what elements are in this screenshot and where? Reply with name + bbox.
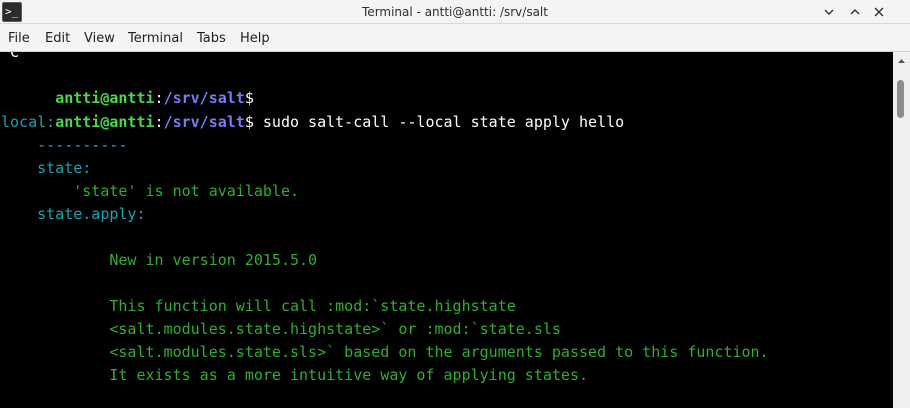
terminal-line: 'state' is not available. (1, 182, 300, 200)
maximize-button[interactable] (845, 2, 865, 22)
terminal-line: <salt.modules.state.highstate>` or :mod:… (1, 320, 561, 338)
terminal-line: ^C (1, 52, 20, 61)
vertical-scrollbar[interactable] (893, 52, 910, 408)
title-bar[interactable]: >_ Terminal - antti@antti: /srv/salt (0, 0, 910, 24)
prompt-separator: : (154, 113, 164, 131)
close-button[interactable] (869, 2, 889, 22)
terminal-line: state.apply: (1, 203, 146, 226)
menu-edit[interactable]: Edit (45, 24, 70, 52)
menu-terminal[interactable]: Terminal (128, 24, 183, 52)
window-title: Terminal - antti@antti: /srv/salt (362, 5, 548, 19)
terminal-window: >_ Terminal - antti@antti: /srv/salt Fil… (0, 0, 910, 408)
terminal-line: state: (1, 157, 91, 180)
arrow-up-icon (898, 59, 905, 63)
menu-help[interactable]: Help (240, 24, 270, 52)
minimize-button[interactable] (819, 2, 839, 22)
terminal-line: local: (1, 111, 55, 134)
terminal-line: It exists as a more intuitive way of app… (1, 366, 588, 384)
prompt-user: antti@antti (55, 113, 155, 131)
terminal-line: This function will call :mod:`state.high… (1, 297, 516, 315)
terminal-output[interactable]: ^C antti@antti:/srv/salt$ antti@antti:/s… (0, 52, 893, 408)
terminal-line: <salt.modules.state.sls>` based on the a… (1, 343, 769, 361)
prompt-line: antti@antti:/srv/salt$ (1, 64, 254, 107)
scroll-up-button[interactable] (893, 52, 910, 70)
maximize-icon (850, 9, 860, 15)
close-icon (874, 7, 884, 17)
command-line: antti@antti:/srv/salt$ sudo salt-call --… (1, 88, 624, 131)
minimize-icon (824, 9, 834, 15)
menu-file[interactable]: File (8, 24, 30, 52)
menu-bar: File Edit View Terminal Tabs Help (0, 24, 910, 52)
prompt-path: /srv/salt (163, 113, 245, 131)
menu-tabs[interactable]: Tabs (197, 24, 226, 52)
prompt-symbol: $ (244, 113, 254, 131)
terminal-line: ---------- (1, 136, 128, 154)
output-key: state: (1, 159, 92, 177)
output-key: state.apply: (1, 205, 146, 223)
scrollbar-thumb[interactable] (897, 80, 904, 118)
menu-view[interactable]: View (84, 24, 115, 52)
output-key: local: (1, 113, 56, 131)
terminal-line: New in version 2015.5.0 (1, 251, 318, 269)
typed-command: sudo salt-call --local state apply hello (253, 113, 625, 131)
